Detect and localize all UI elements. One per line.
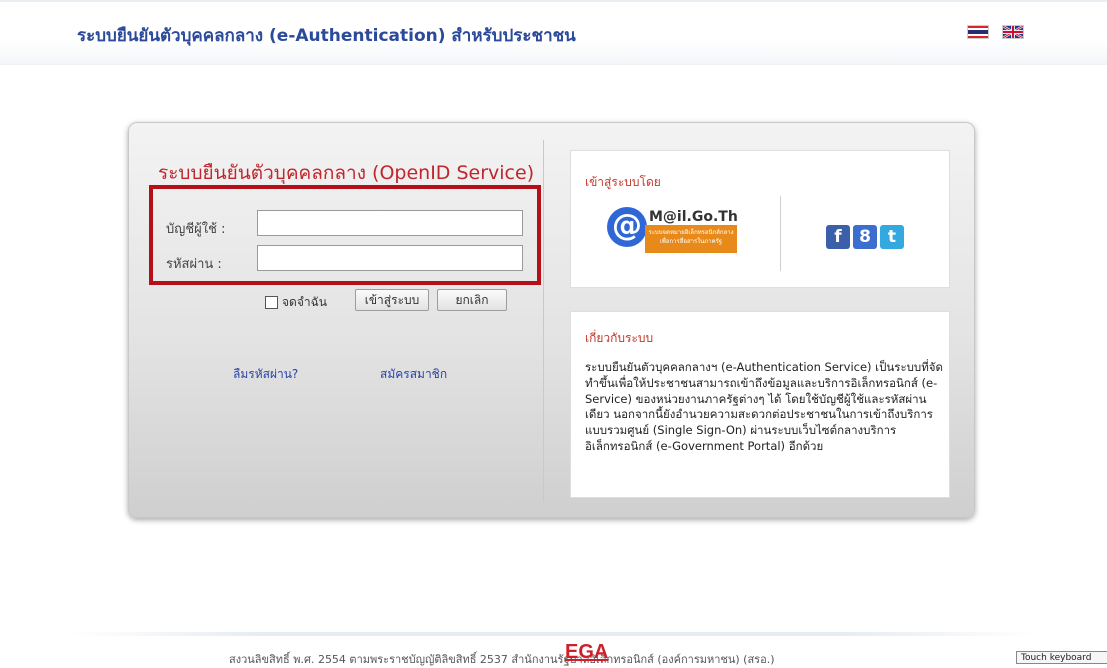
about-heading: เกี่ยวกับระบบ: [585, 331, 654, 345]
touch-keyboard-button[interactable]: Touch keyboard: [1016, 651, 1107, 664]
login-via-heading: เข้าสู่ระบบโดย: [585, 175, 661, 189]
remember-me[interactable]: จดจำฉัน: [265, 293, 327, 312]
panel-divider: [543, 140, 544, 502]
google-plus-icon[interactable]: 8: [853, 225, 877, 249]
login-via-separator: [780, 196, 781, 271]
mail-logo-text: M@il.Go.Th: [649, 209, 738, 225]
openid-heading: ระบบยืนยันตัวบุคคลกลาง (OpenID Service): [158, 162, 535, 184]
uk-flag-icon[interactable]: [1002, 25, 1024, 39]
site-title: ระบบยืนยันตัวบุคคลกลาง (e-Authentication…: [77, 26, 576, 46]
password-label: รหัสผ่าน :: [166, 257, 222, 272]
at-sign-icon: @: [607, 207, 647, 247]
login-button[interactable]: เข้าสู่ระบบ: [355, 289, 429, 311]
facebook-icon[interactable]: f: [826, 225, 850, 249]
remember-label: จดจำฉัน: [282, 295, 327, 309]
twitter-icon[interactable]: t: [880, 225, 904, 249]
thai-flag-icon[interactable]: [967, 25, 989, 39]
cancel-button[interactable]: ยกเลิก: [437, 289, 507, 311]
password-input[interactable]: [257, 245, 523, 271]
register-link[interactable]: สมัครสมาชิก: [380, 365, 447, 384]
forgot-password-link[interactable]: ลืมรหัสผ่าน?: [233, 365, 298, 384]
about-text: ระบบยืนยันตัวบุคคลกลางฯ (e-Authenticatio…: [585, 360, 944, 453]
mail-go-th-logo[interactable]: @ M@il.Go.Th ระบบจดหมายอิเล็กทรอนิกส์กลา…: [607, 207, 747, 257]
username-input[interactable]: [257, 210, 523, 236]
copyright-text: สงวนลิขสิทธิ์ พ.ศ. 2554 ตามพระราชบัญญัติ…: [229, 653, 775, 666]
username-label: บัญชีผู้ใช้ :: [166, 222, 226, 237]
footer-divider: [70, 632, 1037, 636]
remember-checkbox[interactable]: [265, 296, 278, 309]
mail-logo-subtext: ระบบจดหมายอิเล็กทรอนิกส์กลาง เพื่อการสื่…: [645, 225, 737, 253]
ega-logo[interactable]: EGA: [565, 641, 608, 664]
